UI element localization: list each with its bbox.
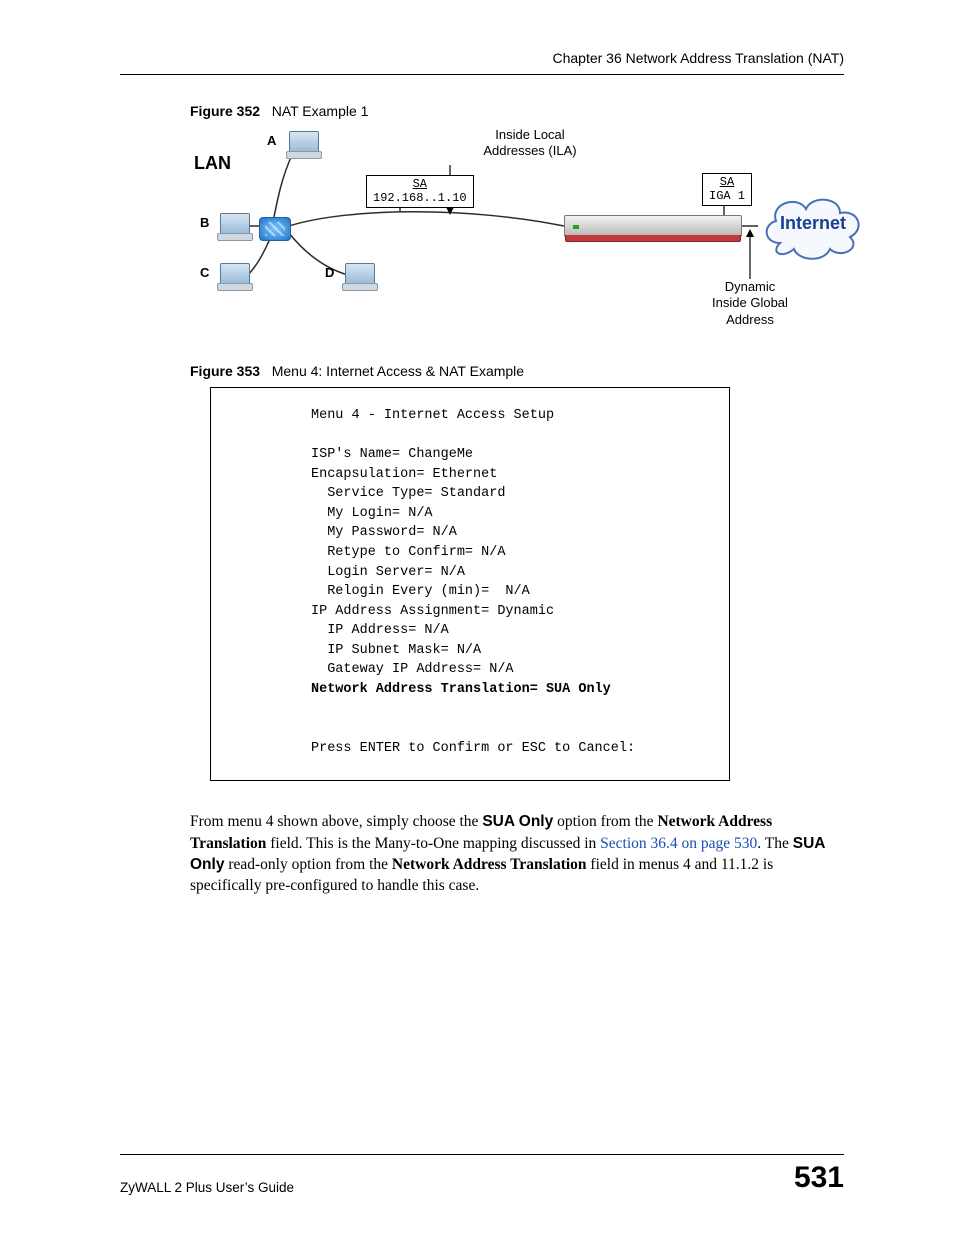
footer-guide-title: ZyWALL 2 Plus User’s Guide [120,1180,294,1195]
menu-line: Service Type= Standard [311,486,505,501]
menu-line: IP Address Assignment= Dynamic [311,604,554,619]
dynamic-iga-callout: Dynamic Inside Global Address [700,279,800,328]
body-paragraph: From menu 4 shown above, simply choose t… [190,811,840,897]
figure-353-caption: Figure 353 Menu 4: Internet Access & NAT… [190,363,844,379]
figure-number: Figure 353 [190,363,260,379]
menu-title: Menu 4 - Internet Access Setup [311,408,554,423]
host-a-label: A [267,133,276,148]
sa-ila-box: SA192.168..1.10 [366,175,474,208]
host-d-label: D [325,265,334,280]
host-b-label: B [200,215,209,230]
pc-icon [342,263,376,291]
pc-icon [286,131,320,159]
menu-line: IP Subnet Mask= N/A [311,643,481,658]
menu-line: My Password= N/A [311,525,457,540]
section-xref-link[interactable]: Section 36.4 on page 530 [600,835,757,852]
page-number: 531 [794,1161,844,1195]
menu-line: Retype to Confirm= N/A [311,545,505,560]
figure-title: Menu 4: Internet Access & NAT Example [272,363,524,379]
menu-prompt: Press ENTER to Confirm or ESC to Cancel: [311,741,635,756]
menu-line: IP Address= N/A [311,623,449,638]
menu-line: Login Server= N/A [311,565,465,580]
host-c-label: C [200,265,209,280]
lan-label: LAN [194,153,231,174]
internet-cloud-icon: Internet [758,189,868,261]
menu-line: My Login= N/A [311,506,433,521]
pc-icon [217,213,251,241]
menu-line: Encapsulation= Ethernet [311,467,497,482]
router-icon [564,215,742,237]
menu-line: Gateway IP Address= N/A [311,662,514,677]
sa-iga-box: SAIGA 1 [702,173,752,206]
menu-line: Relogin Every (min)= N/A [311,584,530,599]
menu-line: ISP's Name= ChangeMe [311,447,473,462]
chapter-header: Chapter 36 Network Address Translation (… [120,50,844,74]
nat-diagram: LAN A B C D Inside LocalAddresses (ILA) … [190,127,830,345]
pc-icon [217,263,251,291]
header-rule [120,74,844,75]
ila-callout: Inside LocalAddresses (ILA) [470,127,590,160]
internet-label: Internet [758,213,868,234]
figure-352-caption: Figure 352 NAT Example 1 [190,103,844,119]
figure-title: NAT Example 1 [272,103,369,119]
menu-screen: Menu 4 - Internet Access Setup ISP's Nam… [210,387,730,781]
figure-number: Figure 352 [190,103,260,119]
menu-nat-line: Network Address Translation= SUA Only [311,682,611,697]
switch-icon [259,217,291,241]
